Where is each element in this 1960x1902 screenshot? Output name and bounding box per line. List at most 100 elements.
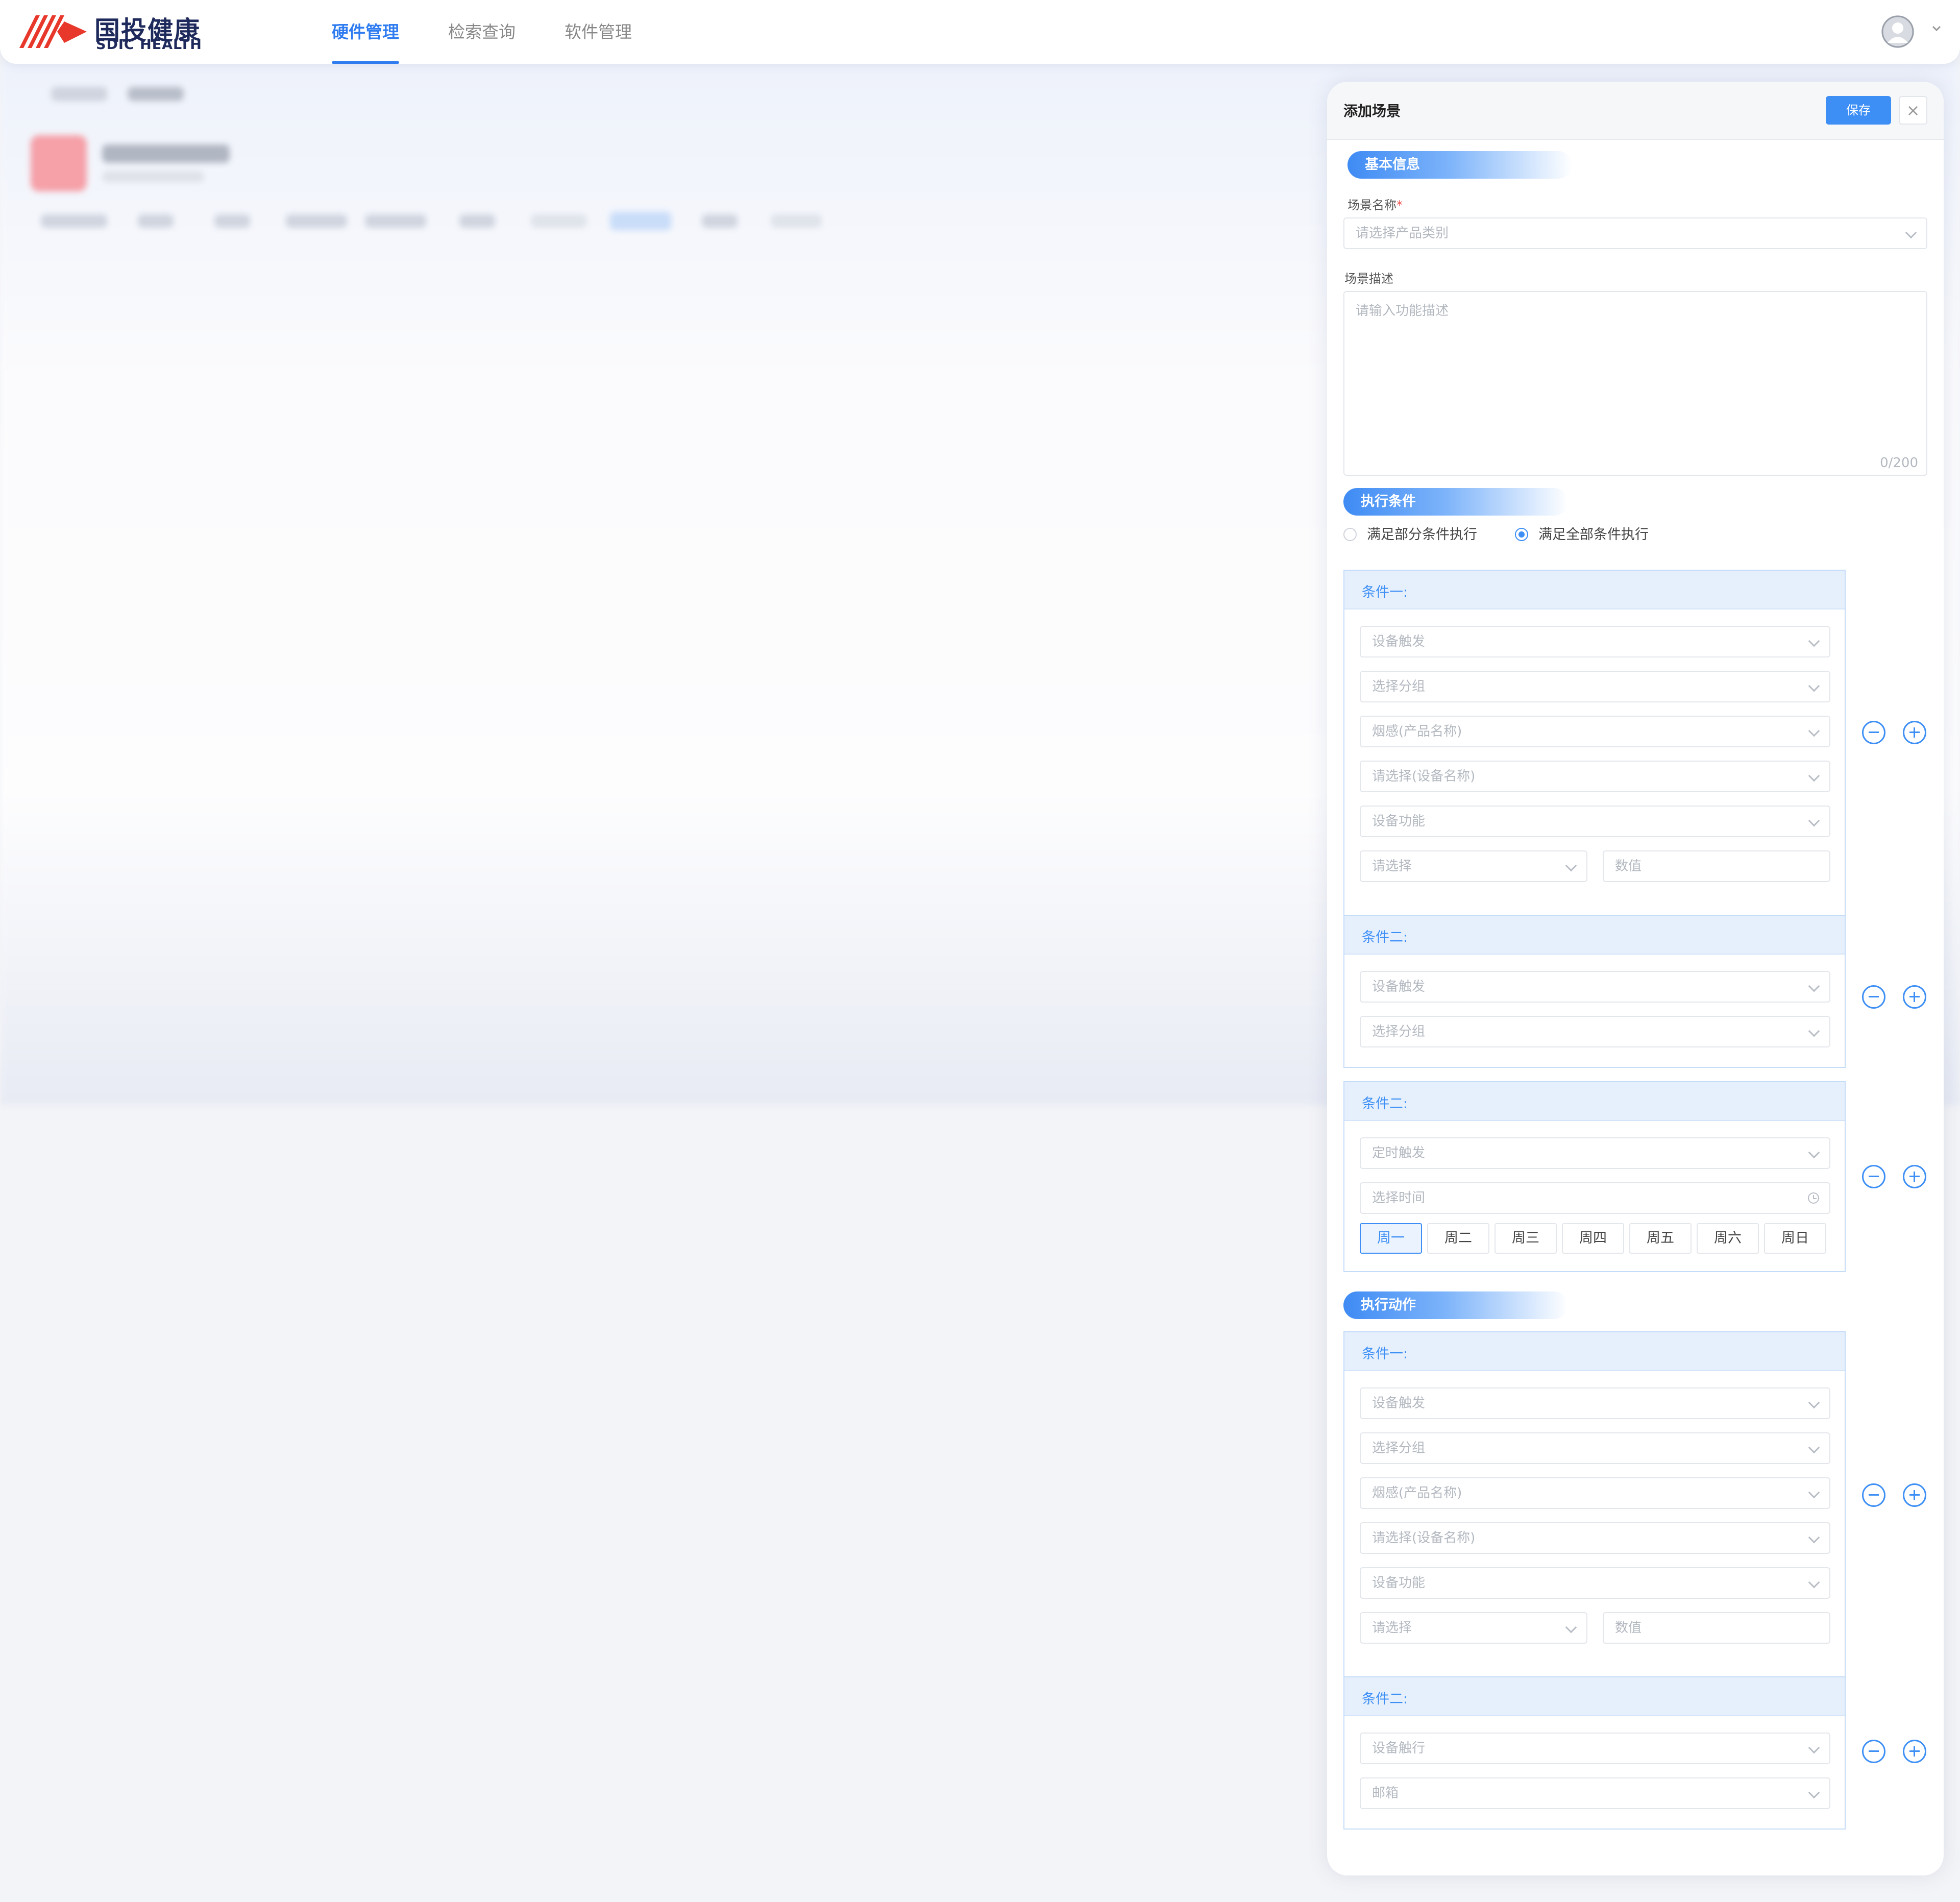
save-button[interactable]: 保存 [1826,96,1891,125]
operator-placeholder: 请选择 [1372,1620,1412,1636]
chevron-down-icon [1808,1397,1820,1409]
device-placeholder: 请选择(设备名称) [1372,1530,1476,1546]
chevron-down-icon [1565,1621,1577,1633]
chevron-down-icon [1808,1576,1820,1589]
remove-action-icon[interactable] [1862,1483,1885,1507]
condition-title: 条件二: [1362,1096,1408,1112]
remove-condition-icon[interactable] [1862,985,1885,1009]
trigger-type-select[interactable]: 设备触发 [1360,1387,1830,1419]
product-select[interactable]: 烟感(产品名称) [1360,716,1830,747]
scene-desc-placeholder: 请输入功能描述 [1356,303,1449,319]
nav-search-query[interactable]: 检索查询 [448,0,516,64]
time-picker[interactable]: 选择时间 [1360,1182,1830,1214]
trigger-type-value: 设备触发 [1372,1396,1426,1411]
day-wed[interactable]: 周三 [1494,1223,1557,1254]
add-condition-icon[interactable] [1903,1165,1926,1188]
blurred-breadcrumb [51,87,107,101]
blurred-tab [459,214,495,228]
char-counter: 0/200 [1880,455,1918,471]
function-select[interactable]: 设备功能 [1360,806,1830,837]
trigger-type-select[interactable]: 设备触发 [1360,626,1830,657]
required-mark: * [1396,198,1403,212]
blurred-tab [41,214,107,228]
radio-partial-label: 满足部分条件执行 [1367,527,1477,543]
nav-software-management[interactable]: 软件管理 [565,0,632,64]
condition-card-3: 条件二: 定时触发 选择时间 周一 周二 周三 周四 周五 周六 周日 [1343,1081,1846,1272]
trigger-type-select[interactable]: 设备触发 [1360,971,1830,1003]
group-select[interactable]: 选择分组 [1360,671,1830,702]
add-action-icon[interactable] [1903,1740,1926,1763]
trigger-type-select[interactable]: 设备触行 [1360,1733,1830,1764]
condition-card-header: 条件二: [1344,1082,1845,1121]
add-condition-icon[interactable] [1903,721,1926,744]
add-condition-icon[interactable] [1903,985,1926,1009]
chevron-down-icon [1808,1442,1820,1454]
blurred-tab [771,214,822,228]
value-placeholder: 数值 [1615,1620,1642,1636]
condition-title: 条件一: [1362,584,1408,600]
blurred-tab [214,214,250,228]
trigger-type-value: 设备触发 [1372,979,1426,994]
radio-all-conditions[interactable]: 满足全部条件执行 [1515,525,1649,545]
remove-action-icon[interactable] [1862,1740,1885,1763]
section-actions: 执行动作 [1343,1291,1568,1319]
chevron-down-icon [1905,227,1917,239]
value-placeholder: 数值 [1615,859,1642,874]
notify-target-select[interactable]: 邮箱 [1360,1777,1830,1809]
section-conditions: 执行条件 [1343,488,1568,516]
scene-name-label-text: 场景名称 [1348,198,1396,212]
blurred-product-title [102,144,230,163]
action-title: 条件一: [1362,1346,1408,1362]
radio-partial-conditions[interactable]: 满足部分条件执行 [1343,525,1477,545]
day-thu[interactable]: 周四 [1562,1223,1624,1254]
brand-logo-icon [19,15,87,48]
function-select[interactable]: 设备功能 [1360,1567,1830,1599]
action-card-2: 条件二: 设备触行 邮箱 [1343,1676,1846,1830]
day-mon[interactable]: 周一 [1360,1223,1422,1254]
add-action-icon[interactable] [1903,1483,1926,1507]
brand-logo[interactable]: 国投健康 SDIC HEALTH [15,9,209,55]
chevron-down-icon [1565,860,1577,872]
day-tue[interactable]: 周二 [1427,1223,1489,1254]
trigger-type-select[interactable]: 定时触发 [1360,1137,1830,1169]
device-select[interactable]: 请选择(设备名称) [1360,761,1830,792]
chevron-down-icon[interactable] [1930,22,1943,35]
function-placeholder: 设备功能 [1372,814,1426,829]
blurred-tab [531,214,587,228]
action-title: 条件二: [1362,1691,1408,1707]
drawer-title: 添加场景 [1343,103,1401,119]
scene-name-select[interactable]: 请选择产品类别 [1343,217,1927,249]
close-icon[interactable]: × [1899,96,1927,125]
day-fri[interactable]: 周五 [1629,1223,1692,1254]
chevron-down-icon [1808,980,1820,992]
trigger-type-value: 设备触发 [1372,634,1426,649]
device-select[interactable]: 请选择(设备名称) [1360,1522,1830,1554]
chevron-down-icon [1808,725,1820,737]
brand-name-en: SDIC HEALTH [96,37,202,53]
value-input[interactable]: 数值 [1603,850,1830,882]
remove-condition-icon[interactable] [1862,721,1885,744]
blurred-product-image [31,135,87,191]
product-select[interactable]: 烟感(产品名称) [1360,1477,1830,1509]
condition-card-2: 条件二: 设备触发 选择分组 [1343,915,1846,1068]
user-avatar-icon [1881,15,1914,48]
day-sun[interactable]: 周日 [1764,1223,1826,1254]
trigger-type-value: 设备触行 [1372,1741,1426,1756]
operator-select[interactable]: 请选择 [1360,850,1587,882]
remove-condition-icon[interactable] [1862,1165,1885,1188]
scene-desc-textarea[interactable]: 请输入功能描述 0/200 [1343,291,1927,476]
notify-target-value: 邮箱 [1372,1786,1399,1801]
value-input[interactable]: 数值 [1603,1612,1830,1644]
blurred-tab [365,214,426,228]
main-nav: 硬件管理 检索查询 软件管理 [332,0,681,64]
group-select[interactable]: 选择分组 [1360,1016,1830,1047]
operator-select[interactable]: 请选择 [1360,1612,1587,1644]
group-select[interactable]: 选择分组 [1360,1432,1830,1464]
condition-card-header: 条件二: [1344,916,1845,955]
nav-hardware-management[interactable]: 硬件管理 [332,0,399,64]
chevron-down-icon [1808,1025,1820,1037]
blurred-product-subtitle [102,171,204,182]
user-avatar[interactable] [1881,15,1914,48]
blurred-tab [286,214,347,228]
day-sat[interactable]: 周六 [1697,1223,1759,1254]
